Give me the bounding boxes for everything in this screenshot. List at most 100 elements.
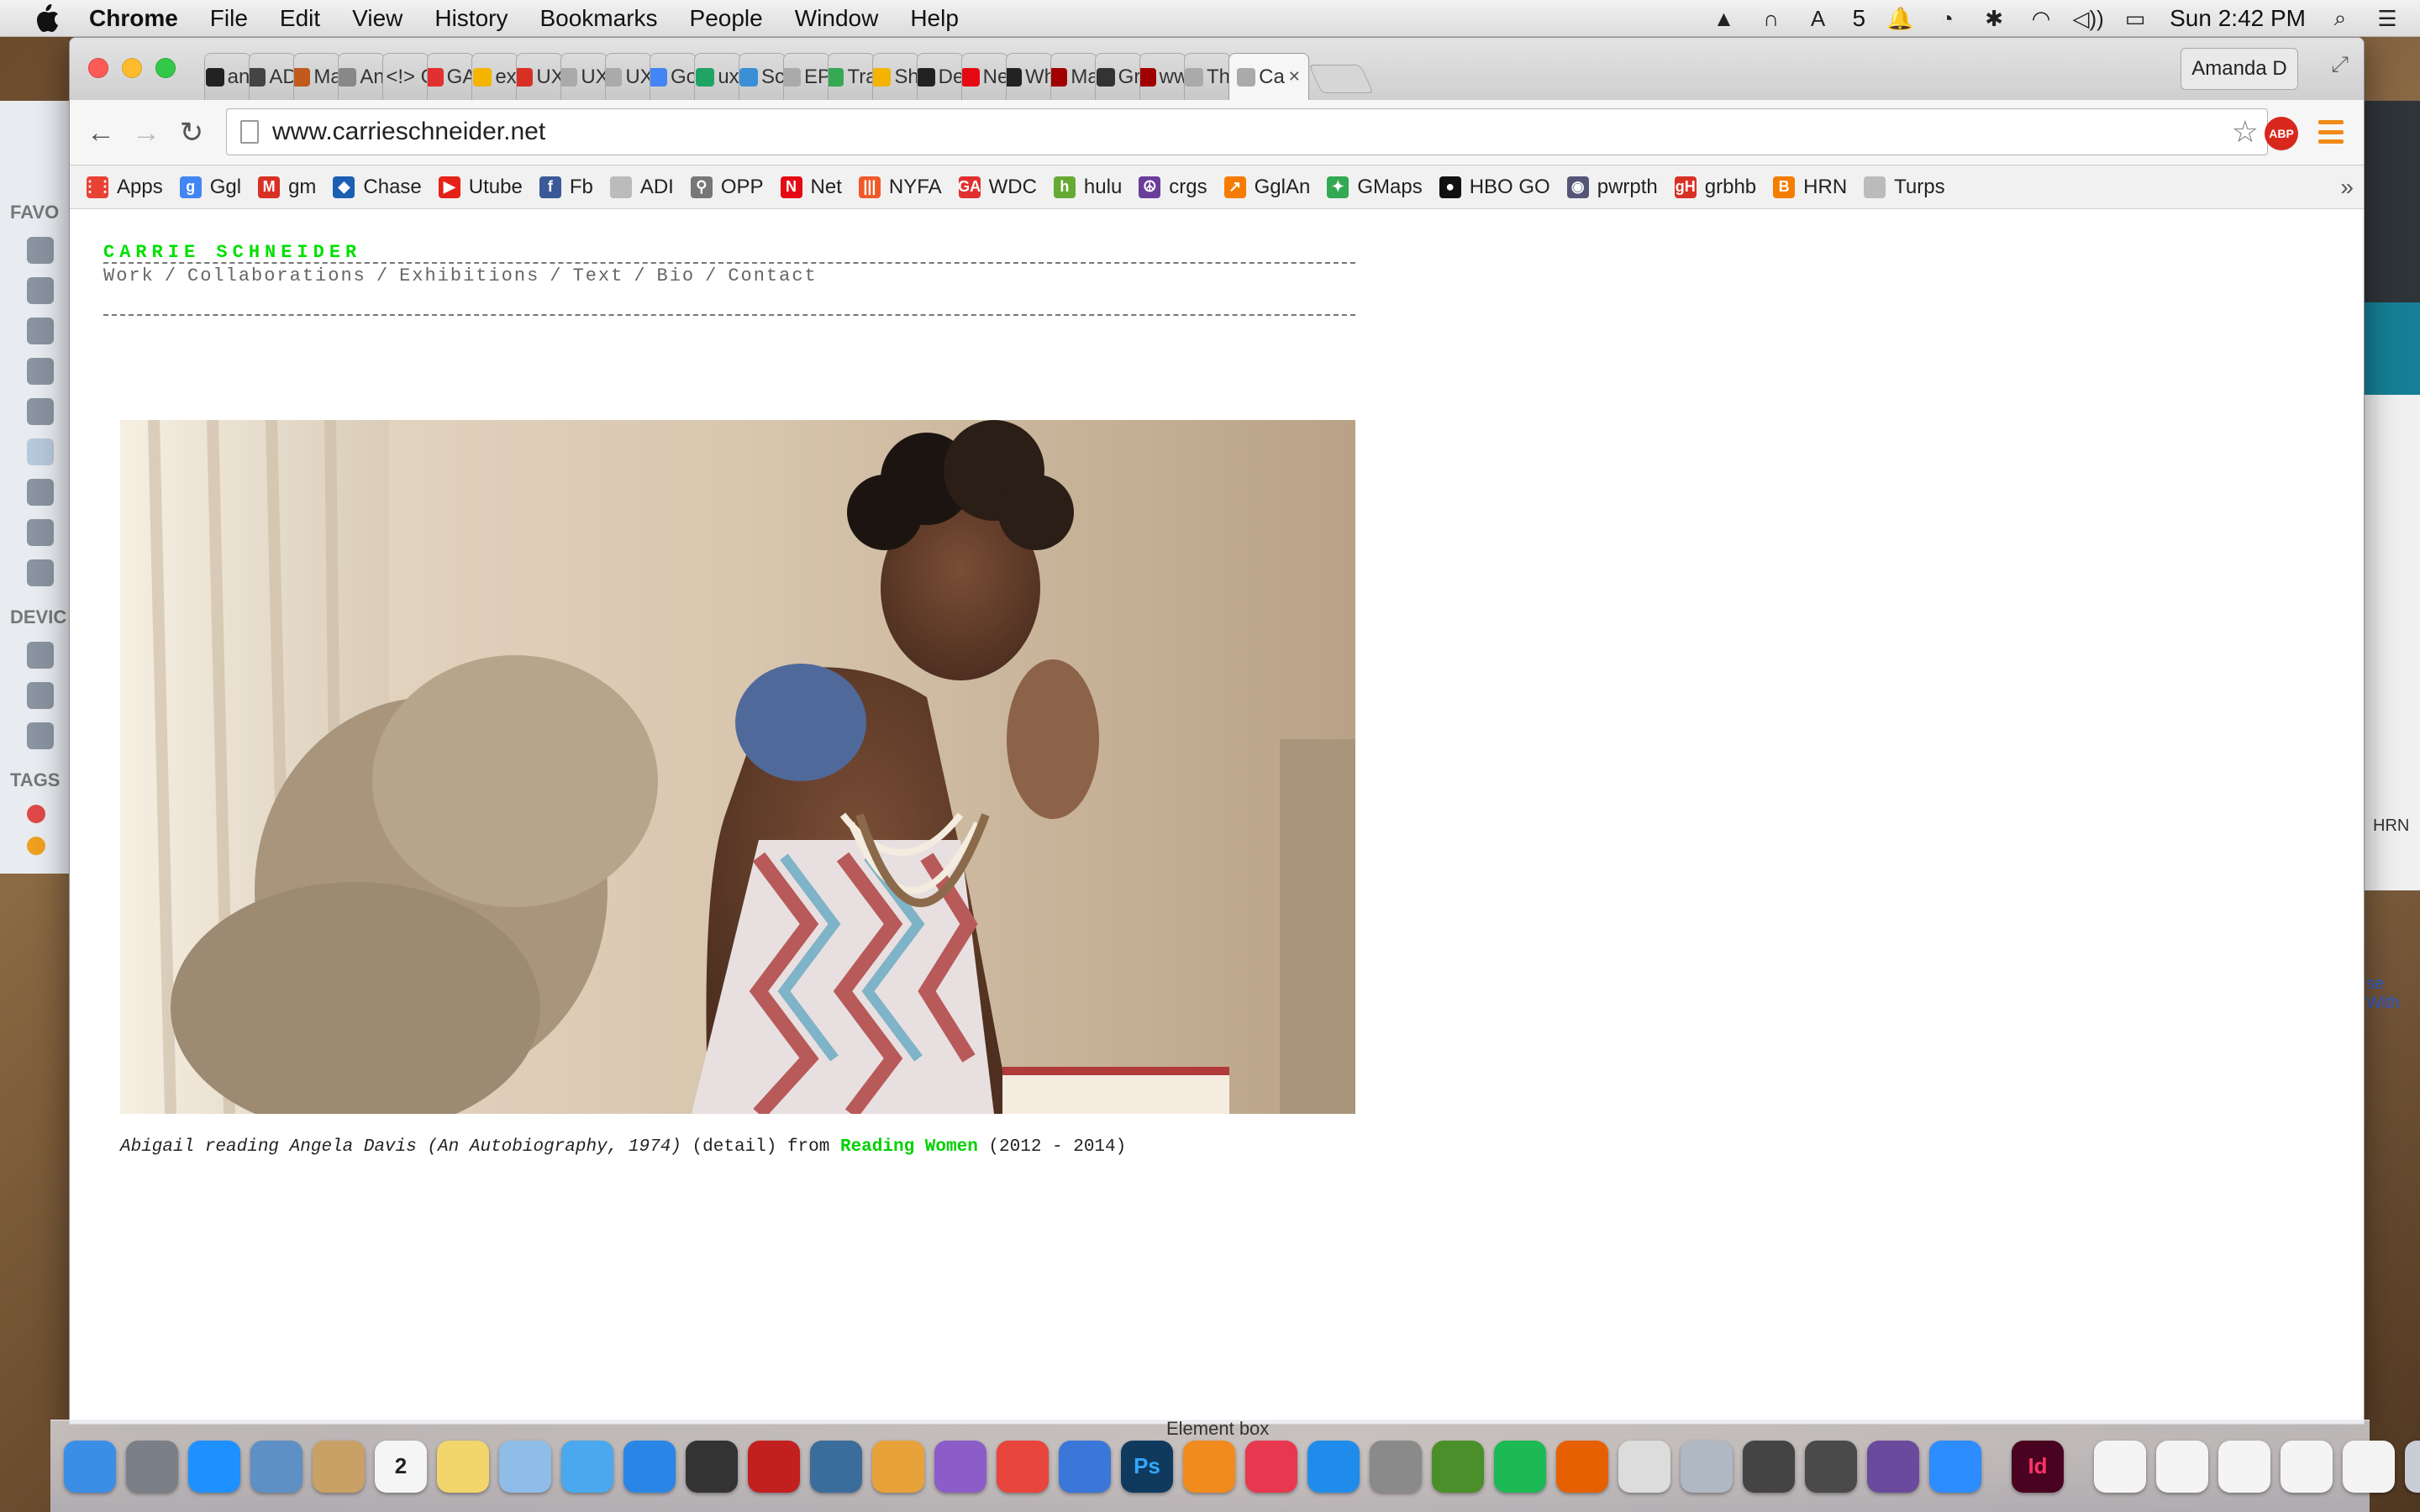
time-machine-icon[interactable]: ◔	[1934, 6, 1960, 31]
close-tab-icon[interactable]: ✕	[1288, 68, 1301, 86]
dock-document-icon[interactable]	[2094, 1440, 2146, 1493]
dock-notes-icon[interactable]	[437, 1440, 489, 1493]
red-tag-icon[interactable]	[27, 805, 45, 823]
dock-messages-icon[interactable]	[561, 1440, 613, 1493]
dock-document-icon[interactable]	[2281, 1440, 2333, 1493]
bookmarks-overflow-icon[interactable]: »	[2340, 174, 2354, 201]
orange-tag-icon[interactable]	[27, 837, 45, 855]
bookmark-item[interactable]: h hulu	[1053, 176, 1122, 199]
tab[interactable]: EP	[783, 53, 830, 100]
dock-document-icon[interactable]	[2156, 1440, 2208, 1493]
drive-icon[interactable]	[27, 277, 54, 304]
bookmark-item[interactable]: ⚲ OPP	[690, 176, 764, 199]
forward-icon[interactable]: →	[130, 117, 162, 149]
url-input[interactable]	[272, 118, 2121, 146]
volume-icon[interactable]: ◁))	[2072, 6, 2103, 31]
notification-center-icon[interactable]: ☰	[2375, 6, 2400, 31]
minimize-window-button[interactable]	[122, 58, 142, 78]
spotlight-search-icon[interactable]: ⌕	[2328, 5, 2353, 31]
dock-photoshop-icon[interactable]: Ps	[1121, 1440, 1173, 1493]
bookmark-item[interactable]: gH grbhb	[1674, 176, 1756, 199]
tab[interactable]: <!> Ge	[382, 53, 429, 100]
tab[interactable]: An	[338, 53, 385, 100]
bookmark-item[interactable]: f Fb	[539, 176, 593, 199]
applications-icon[interactable]	[27, 358, 54, 385]
bookmark-item[interactable]: N Net	[780, 176, 842, 199]
tab[interactable]: UX	[516, 53, 563, 100]
menu-app-name[interactable]: Chrome	[89, 5, 178, 32]
tab[interactable]: Gr	[1095, 53, 1142, 100]
dock-contacts-icon[interactable]	[313, 1440, 365, 1493]
bookmark-item[interactable]: ↗ GglAn	[1223, 176, 1310, 199]
nav-exhibitions[interactable]: Exhibitions	[399, 265, 539, 286]
dock-document-icon[interactable]	[2343, 1440, 2395, 1493]
disk-icon[interactable]	[27, 642, 54, 669]
fullscreen-icon[interactable]: ⤢	[2331, 51, 2349, 78]
bookmark-item[interactable]: B HRN	[1773, 176, 1847, 199]
nav-collaborations[interactable]: Collaborations	[187, 265, 366, 286]
tab[interactable]: Wh	[1006, 53, 1053, 100]
dock-finder-icon[interactable]	[64, 1440, 116, 1493]
adobe-icon[interactable]: A	[1806, 6, 1831, 31]
bluetooth-icon[interactable]: ✱	[1981, 6, 2007, 31]
dock-iphoto-icon[interactable]	[810, 1440, 862, 1493]
tab[interactable]: UX	[605, 53, 652, 100]
tab[interactable]: UX	[560, 53, 608, 100]
featured-photograph[interactable]	[120, 420, 1355, 1114]
disk-icon[interactable]	[27, 682, 54, 709]
battery-icon[interactable]: ▭	[2123, 6, 2148, 31]
tab-active[interactable]: Ca ✕	[1228, 53, 1309, 100]
dock-indesign-icon[interactable]: Id	[2012, 1440, 2064, 1493]
tab[interactable]: Ma	[1050, 53, 1097, 100]
notification-bell-icon[interactable]: 🔔	[1886, 6, 1913, 31]
wifi-icon[interactable]: ◠	[2028, 6, 2054, 31]
background-link[interactable]: se With	[2366, 974, 2420, 1013]
dock-keynote-icon[interactable]	[1059, 1440, 1111, 1493]
apple-menu-icon[interactable]	[30, 3, 64, 33]
bookmark-item[interactable]: ✦ GMaps	[1327, 176, 1423, 199]
dock-x11-icon[interactable]	[1743, 1440, 1795, 1493]
bookmark-item[interactable]: ▶ Utube	[438, 176, 523, 199]
desktop-icon[interactable]	[27, 398, 54, 425]
menu-window[interactable]: Window	[795, 5, 879, 32]
bookmark-item[interactable]: ⋮⋮ Apps	[82, 176, 163, 199]
adblock-plus-icon[interactable]: ABP	[2265, 117, 2298, 150]
bookmark-star-icon[interactable]: ☆	[2232, 114, 2259, 150]
bookmark-item[interactable]: GA WDC	[958, 176, 1037, 199]
dock-screenshot-icon[interactable]	[686, 1440, 738, 1493]
dock-calendar-icon[interactable]: 2	[375, 1440, 427, 1493]
tab[interactable]: Go	[650, 53, 697, 100]
tab[interactable]: an	[204, 53, 251, 100]
dock-chrome-icon[interactable]	[997, 1440, 1049, 1493]
bookmark-item[interactable]: ◆ Chase	[333, 176, 422, 199]
tab[interactable]: Ma	[293, 53, 340, 100]
disk-icon[interactable]	[27, 722, 54, 749]
site-title[interactable]: CARRIE SCHNEIDER	[103, 242, 361, 263]
tab[interactable]: Tra	[828, 53, 875, 100]
dock-ibooks-icon[interactable]	[1183, 1440, 1235, 1493]
clock[interactable]: Sun 2:42 PM	[2170, 5, 2306, 32]
zoom-window-button[interactable]	[155, 58, 176, 78]
bookmark-item[interactable]: ● HBO GO	[1439, 176, 1550, 199]
tab[interactable]: AD	[249, 53, 296, 100]
dock-github-icon[interactable]	[1867, 1440, 1919, 1493]
bookmark-item[interactable]: ◉ pwrpth	[1566, 176, 1658, 199]
tab[interactable]: ux	[694, 53, 741, 100]
folder-icon[interactable]	[27, 237, 54, 264]
menu-view[interactable]: View	[352, 5, 402, 32]
nav-text[interactable]: Text	[573, 265, 624, 286]
documents-icon[interactable]	[27, 438, 54, 465]
bookmark-item[interactable]: ADI	[609, 176, 674, 199]
tab[interactable]: Ne	[961, 53, 1008, 100]
tab[interactable]: ex	[471, 53, 518, 100]
reload-icon[interactable]: ↻	[176, 117, 208, 149]
creative-cloud-icon[interactable]	[27, 519, 54, 546]
dock-numbers-icon[interactable]	[934, 1440, 986, 1493]
tab[interactable]: Sh	[872, 53, 919, 100]
dock-dropbox-icon[interactable]	[623, 1440, 676, 1493]
dock-launchpad-icon[interactable]	[126, 1440, 178, 1493]
dock-maps-icon[interactable]	[1432, 1440, 1484, 1493]
tab[interactable]: De	[917, 53, 964, 100]
dock-firefox-icon[interactable]	[1556, 1440, 1608, 1493]
chrome-menu-icon[interactable]	[2318, 120, 2344, 144]
